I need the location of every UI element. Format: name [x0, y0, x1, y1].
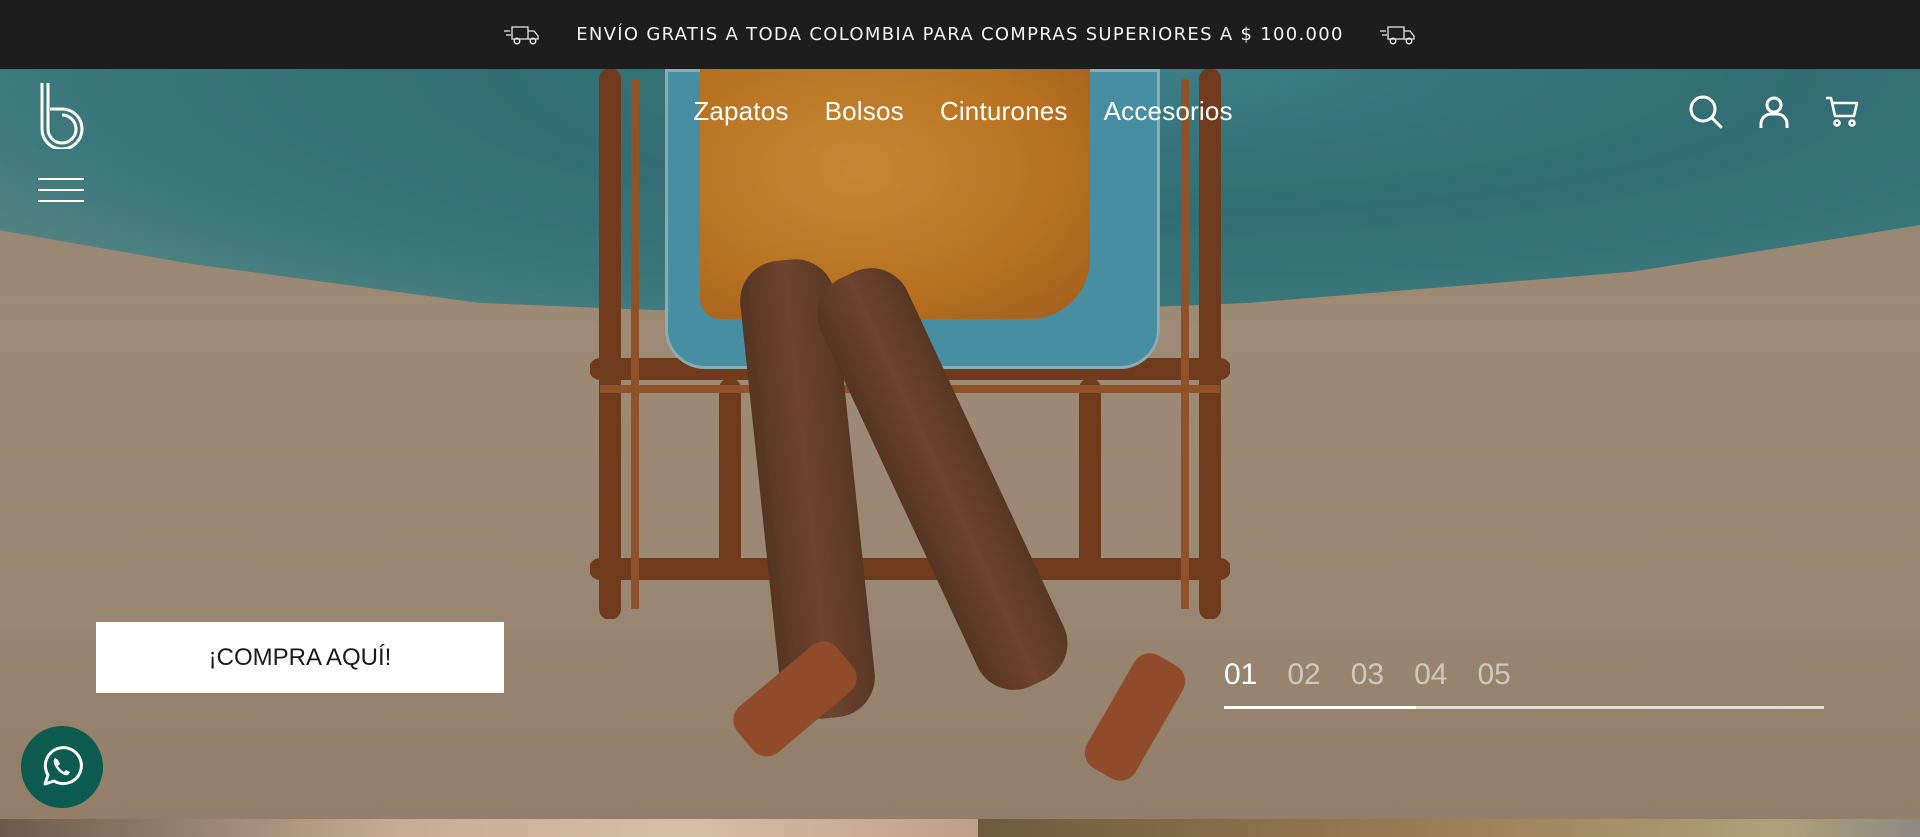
shop-now-button[interactable]: ¡COMPRA AQUÍ!: [96, 622, 504, 693]
nav-item-zapatos[interactable]: Zapatos: [693, 96, 788, 127]
slide-indicator-01[interactable]: 01: [1224, 658, 1257, 692]
cart-icon[interactable]: [1824, 94, 1860, 130]
slider-pagination: 01 02 03 04 05: [1224, 658, 1824, 712]
main-nav: Zapatos Bolsos Cinturones Accesorios: [0, 96, 1920, 127]
truck-icon: [504, 25, 539, 44]
announcement-text: ENVÍO GRATIS A TODA COLOMBIA PARA COMPRA…: [576, 24, 1344, 45]
nav-item-accesorios[interactable]: Accesorios: [1104, 96, 1233, 127]
announcement-bar: ENVÍO GRATIS A TODA COLOMBIA PARA COMPRA…: [0, 0, 1920, 69]
user-icon[interactable]: [1756, 94, 1792, 130]
slider-progress-track: [1224, 706, 1824, 709]
nav-item-cinturones[interactable]: Cinturones: [940, 96, 1068, 127]
slide-indicator-02[interactable]: 02: [1287, 658, 1320, 692]
truck-icon: [1379, 25, 1415, 44]
whatsapp-button[interactable]: [21, 726, 103, 808]
hamburger-menu-icon[interactable]: [38, 178, 84, 202]
search-icon[interactable]: [1688, 94, 1724, 130]
slide-indicator-03[interactable]: 03: [1351, 658, 1384, 692]
header-actions: [1688, 94, 1860, 130]
slider-progress-fill: [1224, 706, 1416, 709]
category-card-preview[interactable]: [978, 819, 1920, 837]
nav-item-bolsos[interactable]: Bolsos: [825, 96, 904, 127]
slide-indicator-05[interactable]: 05: [1478, 658, 1511, 692]
category-card-preview[interactable]: [0, 819, 978, 837]
slide-indicator-04[interactable]: 04: [1414, 658, 1447, 692]
whatsapp-icon: [43, 746, 83, 786]
